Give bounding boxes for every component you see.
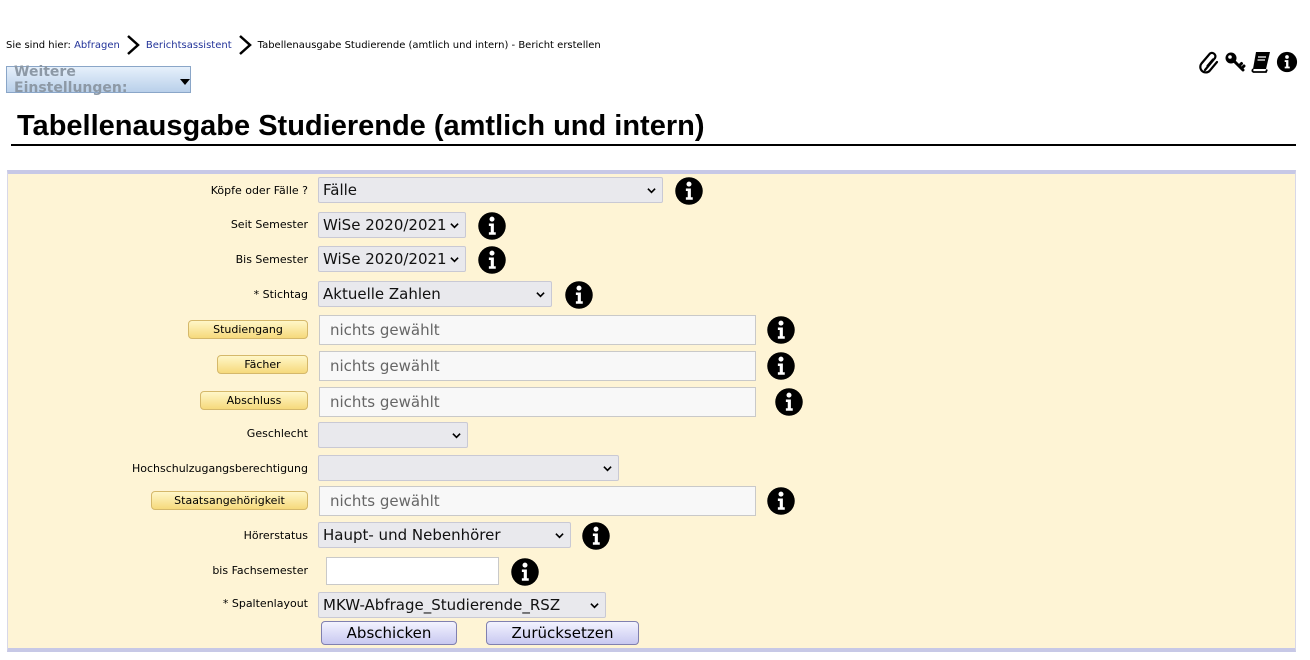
- faecher-field[interactable]: nichts gewählt: [319, 351, 756, 381]
- koepfe-select[interactable]: Fälle: [318, 177, 663, 203]
- koepfe-label: Köpfe oder Fälle ?: [210, 184, 308, 197]
- koepfe-select-value: Fälle: [323, 181, 358, 199]
- breadcrumb-link-abfragen[interactable]: Abfragen: [74, 40, 120, 51]
- submit-button[interactable]: Abschicken: [321, 621, 457, 645]
- reset-button[interactable]: Zurücksetzen: [486, 621, 639, 645]
- hoererstatus-select[interactable]: Haupt- und Nebenhörer: [318, 522, 571, 548]
- breadcrumb-prefix: Sie sind hier:: [6, 39, 71, 51]
- staatsangehoerigkeit-button[interactable]: Staatsangehörigkeit: [151, 491, 308, 510]
- title-divider: [11, 144, 1296, 146]
- fachsemester-label: bis Fachsemester: [212, 564, 308, 577]
- info-icon[interactable]: [477, 245, 507, 275]
- spaltenlayout-value: MKW-Abfrage_Studierende_RSZ: [323, 596, 561, 614]
- info-icon[interactable]: [766, 315, 796, 345]
- paperclip-icon[interactable]: [1198, 50, 1220, 74]
- info-icon[interactable]: [766, 351, 796, 381]
- breadcrumb-link-berichtsassistent[interactable]: Berichtsassistent: [146, 40, 232, 51]
- studiengang-button[interactable]: Studiengang: [188, 320, 308, 339]
- info-icon[interactable]: [1276, 50, 1298, 74]
- chevron-down-icon: [450, 257, 459, 263]
- info-icon[interactable]: [477, 211, 507, 241]
- stichtag-label: * Stichtag: [253, 288, 308, 301]
- weitere-einstellungen-toggle[interactable]: Weitere Einstellungen:: [6, 63, 191, 96]
- breadcrumb: Sie sind hier: Abfragen Berichtsassisten…: [6, 34, 601, 56]
- chevron-down-icon: [603, 466, 612, 472]
- key-icon[interactable]: [1224, 50, 1246, 74]
- faecher-button[interactable]: Fächer: [217, 355, 308, 374]
- studiengang-field[interactable]: nichts gewählt: [319, 315, 756, 345]
- geschlecht-select[interactable]: [318, 422, 468, 448]
- chevron-down-icon: [450, 223, 459, 229]
- abschluss-button[interactable]: Abschluss: [200, 391, 308, 410]
- seit-semester-select[interactable]: WiSe 2020/2021: [318, 212, 466, 238]
- hzb-label: Hochschulzugangsberechtigung: [131, 462, 308, 475]
- chevron-down-icon: [536, 292, 545, 298]
- stichtag-value: Aktuelle Zahlen: [323, 285, 441, 303]
- seit-semester-value: WiSe 2020/2021: [323, 216, 447, 234]
- info-icon[interactable]: [766, 486, 796, 516]
- chevron-down-icon: [452, 433, 461, 439]
- hzb-select[interactable]: [318, 455, 619, 481]
- info-icon[interactable]: [674, 176, 704, 206]
- hoererstatus-label: Hörerstatus: [243, 529, 308, 542]
- page-title: Tabellenausgabe Studierende (amtlich und…: [17, 110, 705, 142]
- info-icon[interactable]: [774, 387, 804, 417]
- info-icon[interactable]: [564, 280, 594, 310]
- book-icon[interactable]: [1250, 50, 1272, 74]
- stichtag-select[interactable]: Aktuelle Zahlen: [318, 281, 552, 307]
- chevron-down-icon: [555, 533, 564, 539]
- bis-semester-value: WiSe 2020/2021: [323, 250, 447, 268]
- bis-semester-label: Bis Semester: [235, 253, 308, 266]
- chevron-down-icon: [647, 188, 656, 194]
- header-toolbar: [1198, 50, 1298, 74]
- seit-semester-label: Seit Semester: [230, 218, 308, 231]
- spaltenlayout-label: * Spaltenlayout: [222, 597, 308, 610]
- spaltenlayout-select[interactable]: MKW-Abfrage_Studierende_RSZ: [318, 592, 606, 618]
- geschlecht-label: Geschlecht: [246, 427, 308, 440]
- caret-down-icon: [180, 78, 190, 85]
- info-icon[interactable]: [510, 557, 540, 587]
- chevron-right-icon: [124, 34, 142, 56]
- weitere-einstellungen-label: Weitere Einstellungen:: [14, 63, 128, 96]
- staatsangehoerigkeit-field[interactable]: nichts gewählt: [319, 486, 756, 516]
- hoererstatus-value: Haupt- und Nebenhörer: [323, 526, 501, 544]
- fachsemester-input[interactable]: [326, 557, 499, 585]
- info-icon[interactable]: [581, 521, 611, 551]
- breadcrumb-current: Tabellenausgabe Studierende (amtlich und…: [257, 39, 601, 51]
- chevron-right-icon: [236, 34, 254, 56]
- chevron-down-icon: [590, 603, 599, 609]
- abschluss-field[interactable]: nichts gewählt: [319, 387, 756, 417]
- bis-semester-select[interactable]: WiSe 2020/2021: [318, 246, 466, 272]
